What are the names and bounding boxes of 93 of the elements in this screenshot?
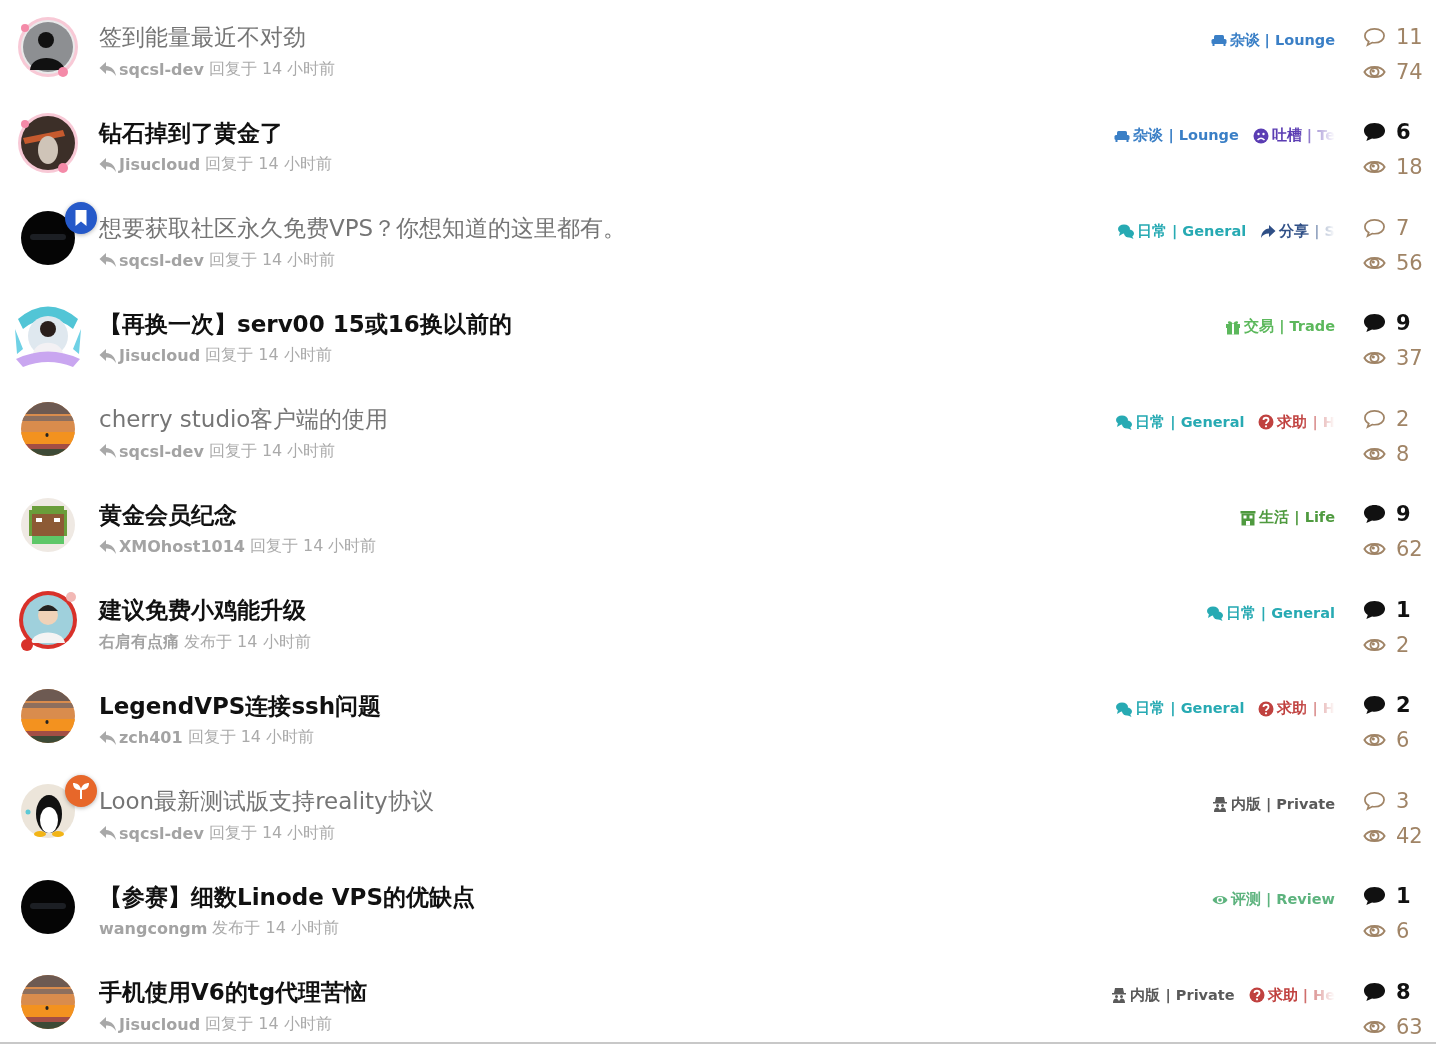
reply-count: 9 xyxy=(1396,311,1411,335)
topic-title[interactable]: 黄金会员纪念 xyxy=(99,496,237,533)
topic-title[interactable]: 钻石掉到了黄金了 xyxy=(99,114,283,151)
view-count: 6 xyxy=(1396,728,1410,752)
view-count: 56 xyxy=(1396,250,1423,275)
reply-icon xyxy=(99,825,117,841)
reply-count: 7 xyxy=(1396,215,1410,240)
question-icon xyxy=(1258,700,1275,717)
share-icon xyxy=(1260,223,1277,239)
reply-count: 1 xyxy=(1396,884,1411,908)
topic-title[interactable]: cherry studio客户端的使用 xyxy=(99,401,389,437)
view-count: 6 xyxy=(1396,919,1410,943)
activity-time: 回复于 14 小时前 xyxy=(205,345,332,366)
category-tag[interactable]: 日常 | General xyxy=(1206,603,1335,623)
view-count: 8 xyxy=(1396,441,1410,466)
view-count: 37 xyxy=(1396,346,1423,370)
username-link[interactable]: sqcsl-dev xyxy=(119,823,204,843)
chat-icon xyxy=(1116,700,1133,717)
activity-time: 回复于 14 小时前 xyxy=(208,440,336,462)
activity-time: 回复于 14 小时前 xyxy=(208,249,336,271)
username-link[interactable]: sqcsl-dev xyxy=(119,250,204,270)
bookmark-icon xyxy=(65,202,97,234)
category-tag[interactable]: 日常 | General xyxy=(1116,699,1245,718)
category-tag[interactable]: 交易 | Trade xyxy=(1225,317,1335,336)
chat-icon xyxy=(1117,223,1134,239)
topic-title[interactable]: 签到能量最近不对劲 xyxy=(99,19,306,55)
reply-icon xyxy=(99,347,117,364)
reply-icon xyxy=(99,1016,117,1032)
category-tag[interactable]: 杂谈 | Lounge xyxy=(1210,30,1335,50)
view-count: 74 xyxy=(1396,59,1423,84)
reply-count: 6 xyxy=(1396,120,1411,144)
topic-title[interactable]: 【参赛】细数Linode VPS的优缺点 xyxy=(99,878,475,915)
reply-count: 11 xyxy=(1396,24,1423,49)
reply-count: 1 xyxy=(1396,597,1411,622)
username-link[interactable]: wangcongm xyxy=(99,919,208,938)
activity-time: 回复于 14 小时前 xyxy=(205,154,332,175)
activity-time: 回复于 14 小时前 xyxy=(208,58,336,80)
reply-icon xyxy=(99,443,117,459)
topic-title[interactable]: Loon最新测试版支持reality协议 xyxy=(99,783,434,819)
username-link[interactable]: Jisucloud xyxy=(119,155,201,174)
sofa-icon xyxy=(1210,32,1227,48)
question-icon xyxy=(1258,414,1275,430)
reply-count: 2 xyxy=(1396,406,1410,431)
username-link[interactable]: zch401 xyxy=(119,728,183,747)
topic-title[interactable]: 【再换一次】serv00 15或16换以前的 xyxy=(99,305,512,342)
activity-time: 发布于 14 小时前 xyxy=(184,631,311,653)
reply-icon xyxy=(99,61,117,77)
activity-time: 回复于 14 小时前 xyxy=(249,536,377,557)
topic-title[interactable]: 建议免费小鸡能升级 xyxy=(99,592,306,628)
reply-count: 3 xyxy=(1396,788,1410,813)
building-icon xyxy=(1240,509,1257,526)
topic-title[interactable]: 手机使用V6的tg代理苦恼 xyxy=(99,974,368,1010)
spy-icon xyxy=(1111,987,1128,1003)
reply-icon xyxy=(99,729,117,746)
category-tag[interactable]: 内版 | Private xyxy=(1211,794,1335,814)
activity-time: 回复于 14 小时前 xyxy=(187,727,315,748)
category-tag[interactable]: 日常 | General xyxy=(1116,412,1245,432)
view-count: 2 xyxy=(1396,632,1410,657)
view-count: 42 xyxy=(1396,823,1423,848)
reply-icon xyxy=(99,252,117,268)
reply-icon xyxy=(99,156,117,173)
sprout-icon xyxy=(65,775,97,807)
reply-icon xyxy=(99,538,117,555)
chat-icon xyxy=(1116,414,1133,430)
username-link[interactable]: XMOhost1014 xyxy=(119,537,245,556)
spy-icon xyxy=(1211,796,1228,812)
category-tag[interactable]: 吐槽 | Te xyxy=(1252,126,1335,145)
topic-title[interactable]: LegendVPS连接ssh问题 xyxy=(99,687,382,724)
view-count: 62 xyxy=(1396,537,1423,561)
reply-count: 2 xyxy=(1396,693,1411,717)
username-link[interactable]: sqcsl-dev xyxy=(119,59,204,79)
category-tag[interactable]: 杂谈 | Lounge xyxy=(1114,126,1239,145)
category-tag[interactable]: 求助 | He xyxy=(1248,985,1335,1005)
chat-icon xyxy=(1206,605,1223,621)
frown-icon xyxy=(1252,127,1269,144)
username-link[interactable]: 右肩有点痛 xyxy=(99,631,179,653)
username-link[interactable]: sqcsl-dev xyxy=(119,441,204,461)
category-tag[interactable]: 内版 | Private xyxy=(1111,985,1235,1005)
activity-time: 回复于 14 小时前 xyxy=(208,822,336,844)
view-count: 63 xyxy=(1396,1014,1423,1039)
reply-count: 9 xyxy=(1396,502,1411,526)
activity-time: 发布于 14 小时前 xyxy=(212,918,339,939)
username-link[interactable]: Jisucloud xyxy=(119,346,201,365)
topic-title[interactable]: 想要获取社区永久免费VPS？你想知道的这里都有。 xyxy=(99,210,627,246)
category-tag[interactable]: 日常 | General xyxy=(1117,221,1247,241)
activity-time: 回复于 14 小时前 xyxy=(205,1013,332,1035)
question-icon xyxy=(1248,987,1265,1003)
gift-icon xyxy=(1225,318,1242,335)
username-link[interactable]: Jisucloud xyxy=(119,1014,201,1034)
reply-count: 8 xyxy=(1396,979,1411,1004)
view-count: 18 xyxy=(1396,155,1423,179)
category-tag[interactable]: 评测 | Review xyxy=(1211,890,1335,909)
category-tag[interactable]: 生活 | Life xyxy=(1240,508,1335,527)
